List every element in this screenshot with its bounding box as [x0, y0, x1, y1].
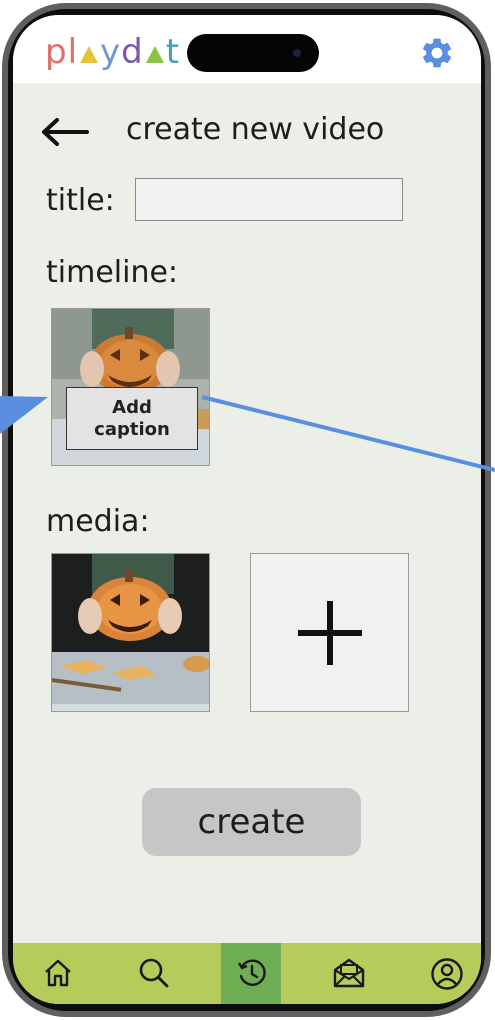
logo-letter: d	[121, 32, 144, 72]
nav-search[interactable]	[123, 943, 183, 1004]
nav-inbox[interactable]	[317, 943, 377, 1004]
plus-icon-stroke	[298, 630, 362, 636]
logo-letter: l	[67, 32, 79, 72]
add-media-button[interactable]	[250, 553, 409, 712]
logo-triangle	[145, 46, 164, 63]
camera-dot	[293, 49, 301, 57]
history-icon	[237, 959, 266, 986]
nav-home[interactable]	[27, 943, 87, 1004]
top-bar: pl yd t	[13, 15, 481, 83]
bottom-nav	[13, 943, 481, 1004]
page-title: create new video	[126, 112, 385, 147]
pumpkin-image	[52, 554, 209, 711]
search-icon	[139, 958, 169, 988]
nav-history[interactable]	[221, 943, 281, 1004]
title-input[interactable]	[135, 178, 403, 221]
create-button[interactable]: create	[142, 788, 361, 856]
page-header: create new video	[13, 83, 481, 165]
gear-icon[interactable]	[419, 35, 455, 71]
logo-letter: p	[45, 32, 68, 72]
home-icon	[45, 959, 71, 987]
dynamic-island	[187, 34, 319, 72]
nav-profile[interactable]	[415, 943, 475, 1004]
logo-letter: y	[100, 32, 122, 72]
arrow-left-icon[interactable]	[39, 117, 89, 147]
media-thumbnail[interactable]	[51, 553, 210, 712]
logo-letter: t	[165, 32, 181, 72]
app-logo: pl yd t	[45, 35, 180, 69]
inbox-icon	[333, 958, 365, 988]
logo-triangle	[80, 46, 99, 63]
app-screen: pl yd t create new video title: timeline:	[13, 15, 481, 1004]
profile-icon	[431, 958, 463, 990]
media-label: media:	[46, 504, 150, 539]
title-label: title:	[46, 183, 115, 218]
add-caption-line: Add	[112, 397, 152, 418]
timeline-label: timeline:	[46, 255, 179, 290]
add-caption-button[interactable]: Add caption	[66, 387, 198, 450]
add-caption-line: caption	[94, 419, 170, 440]
